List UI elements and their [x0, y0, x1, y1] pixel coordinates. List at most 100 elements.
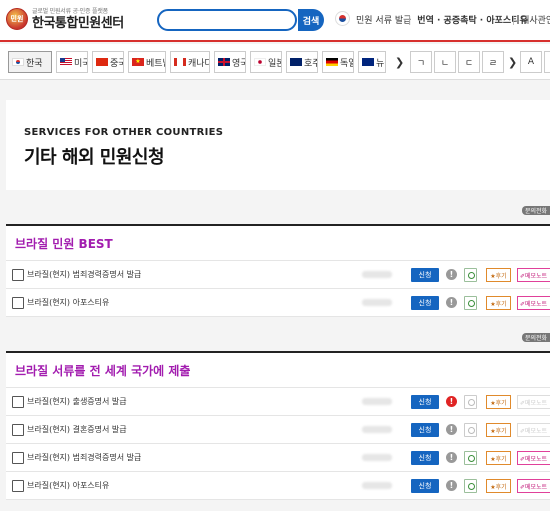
sample-preview-icon[interactable]: [464, 451, 477, 465]
service-name[interactable]: 브라질(현지) 범죄경력증명서 발급: [27, 452, 141, 463]
japan-flag-icon: [254, 58, 266, 66]
info-icon[interactable]: !: [446, 297, 457, 308]
review-button[interactable]: ★후기: [486, 395, 511, 409]
list-item: 브라질(현지) 범죄경력증명서 발급 신청 ! ★후기 ✐메모노트: [6, 444, 550, 472]
apply-button[interactable]: 신청: [411, 395, 439, 409]
apply-button[interactable]: 신청: [411, 479, 439, 493]
korea-flag-icon[interactable]: [335, 11, 350, 26]
price-placeholder: [362, 426, 392, 433]
site-header: 민원 글로벌 민원서류 공·인증 플랫폼 한국통합민원센터 검색 민원 서류 발…: [0, 0, 550, 42]
select-checkbox[interactable]: [12, 269, 24, 281]
tab-usa[interactable]: 미국: [56, 51, 88, 73]
info-icon[interactable]: !: [446, 424, 457, 435]
canada-flag-icon: [174, 58, 186, 66]
index-tab-nieun[interactable]: ㄴ: [434, 51, 456, 73]
nav-embassy[interactable]: 대사관인: [512, 13, 550, 26]
index-tab-digeut[interactable]: ㄷ: [458, 51, 480, 73]
price-placeholder: [362, 454, 392, 461]
logo-seal-icon: 민원: [6, 8, 28, 30]
tab-china[interactable]: 중국: [92, 51, 124, 73]
index-tab-rieul[interactable]: ㄹ: [482, 51, 504, 73]
list-item: 브라질(현지) 아포스티유 신청 ! ★후기 ✐메모노트: [6, 289, 550, 317]
service-name[interactable]: 브라질(현지) 범죄경력증명서 발급: [27, 269, 141, 280]
tab-australia[interactable]: 호주: [286, 51, 318, 73]
germany-flag-icon: [326, 58, 338, 66]
memo-note-button[interactable]: ✐메모노트: [517, 268, 550, 282]
search-input[interactable]: [157, 9, 297, 31]
section-title: 브라질 서류를 전 세계 국가에 제출: [6, 353, 550, 388]
australia-flag-icon: [290, 58, 302, 66]
list-item: 브라질(현지) 결혼증명서 발급 신청 ! ★후기 ✐메모노트: [6, 416, 550, 444]
tab-uk[interactable]: 영국: [214, 51, 246, 73]
index-tab-a[interactable]: A: [520, 51, 542, 73]
price-placeholder: [362, 271, 392, 278]
apply-button[interactable]: 신청: [411, 296, 439, 310]
select-checkbox[interactable]: [12, 297, 24, 309]
tab-japan[interactable]: 일본: [250, 51, 282, 73]
section-title: 브라질 민원 BEST: [6, 226, 550, 261]
sample-preview-icon[interactable]: [464, 395, 477, 409]
index-tab-b[interactable]: B: [544, 51, 550, 73]
info-icon[interactable]: !: [446, 480, 457, 491]
info-icon[interactable]: !: [446, 452, 457, 463]
apply-button[interactable]: 신청: [411, 451, 439, 465]
list-item: 브라질(현지) 아포스티유 신청 ! ★후기 ✐메모노트: [6, 472, 550, 500]
section-submit-worldwide: 브라질 서류를 전 세계 국가에 제출 브라질(현지) 출생증명서 발급 신청 …: [6, 351, 550, 500]
vietnam-flag-icon: ★: [132, 58, 144, 66]
service-name[interactable]: 브라질(현지) 아포스티유: [27, 480, 109, 491]
review-button[interactable]: ★후기: [486, 296, 511, 310]
new-zealand-flag-icon: [362, 58, 374, 66]
review-button[interactable]: ★후기: [486, 423, 511, 437]
nav-document-issuance[interactable]: 민원 서류 발급: [356, 13, 411, 26]
service-name[interactable]: 브라질(현지) 결혼증명서 발급: [27, 424, 127, 435]
info-icon[interactable]: !: [446, 269, 457, 280]
alert-icon[interactable]: !: [446, 396, 457, 407]
memo-note-button[interactable]: ✐메모노트: [517, 451, 550, 465]
memo-note-button[interactable]: ✐메모노트: [517, 296, 550, 310]
tab-korea[interactable]: 한국: [8, 51, 52, 73]
service-name[interactable]: 브라질(현지) 아포스티유: [27, 297, 109, 308]
sample-preview-icon[interactable]: [464, 479, 477, 493]
apply-button[interactable]: 신청: [411, 268, 439, 282]
memo-note-button[interactable]: ✐메모노트: [517, 395, 550, 409]
price-placeholder: [362, 299, 392, 306]
review-button[interactable]: ★후기: [486, 479, 511, 493]
tab-canada[interactable]: 캐나다: [170, 51, 210, 73]
page-title: 기타 해외 민원신청: [24, 147, 165, 168]
search-button[interactable]: 검색: [298, 9, 324, 31]
price-placeholder: [362, 482, 392, 489]
index-tab-giyeok[interactable]: ㄱ: [410, 51, 432, 73]
tab-new-zealand[interactable]: 뉴질: [358, 51, 386, 73]
site-logo[interactable]: 민원 글로벌 민원서류 공·인증 플랫폼 한국통합민원센터: [6, 8, 124, 30]
china-flag-icon: [96, 58, 108, 66]
tab-germany[interactable]: 독일: [322, 51, 354, 73]
uk-flag-icon: [218, 58, 230, 66]
sample-preview-icon[interactable]: [464, 268, 477, 282]
apply-button[interactable]: 신청: [411, 423, 439, 437]
list-item: 브라질(현지) 출생증명서 발급 신청 ! ★후기 ✐메모노트: [6, 388, 550, 416]
banner-english-title: SERVICES FOR OTHER COUNTRIES: [24, 127, 224, 138]
next-index-arrow-icon[interactable]: ❯: [508, 56, 517, 69]
price-placeholder: [362, 398, 392, 405]
select-checkbox[interactable]: [12, 452, 24, 464]
inquiry-phone-tab[interactable]: 문의전화: [522, 206, 550, 215]
sample-preview-icon[interactable]: [464, 296, 477, 310]
usa-flag-icon: [60, 58, 72, 66]
service-name[interactable]: 브라질(현지) 출생증명서 발급: [27, 396, 127, 407]
logo-title: 한국통합민원센터: [32, 15, 124, 31]
page-banner: SERVICES FOR OTHER COUNTRIES 기타 해외 민원신청: [6, 100, 550, 190]
inquiry-phone-tab[interactable]: 문의전화: [522, 333, 550, 342]
logo-subtitle: 글로벌 민원서류 공·인증 플랫폼: [32, 7, 108, 15]
list-item: 브라질(현지) 범죄경력증명서 발급 신청 ! ★후기 ✐메모노트: [6, 261, 550, 289]
next-country-arrow-icon[interactable]: ❯: [395, 56, 404, 69]
review-button[interactable]: ★후기: [486, 451, 511, 465]
select-checkbox[interactable]: [12, 424, 24, 436]
review-button[interactable]: ★후기: [486, 268, 511, 282]
nav-translation[interactable]: 번역 · 공증촉탁 · 아포스티유: [408, 13, 527, 26]
select-checkbox[interactable]: [12, 480, 24, 492]
tab-vietnam[interactable]: ★ 베트남: [128, 51, 166, 73]
sample-preview-icon[interactable]: [464, 423, 477, 437]
memo-note-button[interactable]: ✐메모노트: [517, 479, 550, 493]
select-checkbox[interactable]: [12, 396, 24, 408]
memo-note-button[interactable]: ✐메모노트: [517, 423, 550, 437]
